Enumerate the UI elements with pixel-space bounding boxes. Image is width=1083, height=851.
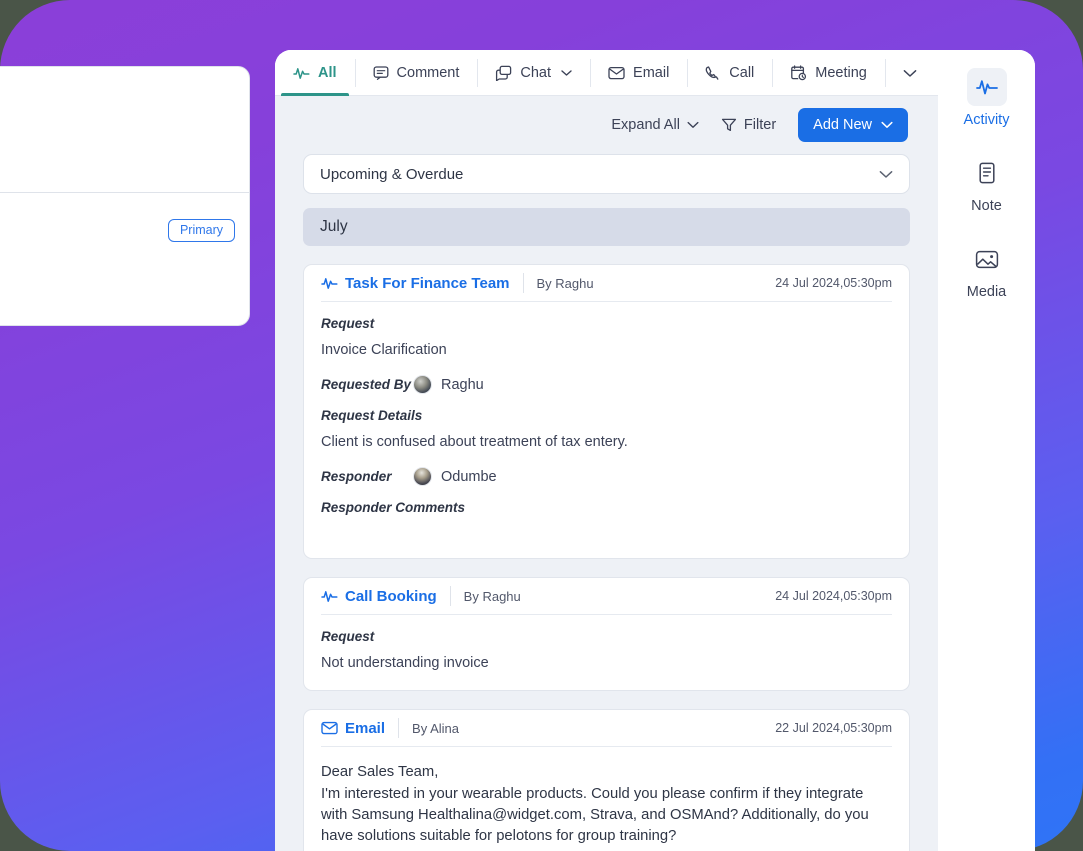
left-contact-card: Primary [0,66,250,326]
field-label-request: Request [321,316,375,331]
rail-label-activity: Activity [963,112,1010,128]
comment-bubble-icon [373,65,389,81]
field-label-request: Request [321,629,375,645]
activity-pulse-icon [293,66,310,80]
chevron-down-icon [687,121,699,129]
activity-date: 24 Jul 2024,05:30pm [775,276,892,290]
expand-all-label: Expand All [611,117,680,133]
activity-tabbar: All Comment Chat Email Call Meeting [275,50,938,96]
month-group-header: July [303,208,910,246]
activity-author: By Raghu [449,586,521,607]
activity-pulse-icon [321,276,338,290]
card-divider [0,192,249,193]
tab-email[interactable]: Email [590,50,687,96]
field-row-requested-by: Requested By Raghu [321,375,892,395]
filter-label: Filter [743,117,777,133]
tabs-overflow-button[interactable] [884,50,933,96]
tab-comment-label: Comment [396,65,460,81]
responder-name: Odumbe [441,468,497,485]
activity-author: By Raghu [522,273,594,293]
activity-card[interactable]: Call Booking By Raghu 24 Jul 2024,05:30p… [303,577,910,692]
field-value-request: Not understanding invoice [321,655,489,672]
activity-card-header: Task For Finance Team By Raghu 24 Jul 20… [321,265,892,302]
activity-type-link[interactable]: Email [321,720,398,737]
add-new-button[interactable]: Add New [798,108,908,142]
funnel-icon [721,117,737,133]
responder-person: Odumbe [413,467,497,487]
activity-pulse-icon [966,68,1007,106]
phone-icon [705,65,721,81]
tab-comment[interactable]: Comment [354,50,478,96]
activity-pulse-icon [321,589,338,603]
avatar [413,375,432,395]
chevron-down-icon [879,170,893,179]
activity-card-header: Email By Alina 22 Jul 2024,05:30pm [321,710,892,748]
right-rail: Activity Note Media [938,50,1035,851]
email-body: Dear Sales Team, I'm interested in your … [321,764,869,845]
requested-by-person: Raghu [413,375,484,395]
tab-chat-label: Chat [520,65,552,81]
chevron-down-icon [561,69,572,77]
field-label-request-details: Request Details [321,408,423,424]
tab-chat[interactable]: Chat [477,50,590,96]
tab-email-label: Email [633,65,670,81]
tab-meeting-label: Meeting [815,65,867,81]
activity-panel: All Comment Chat Email Call Meeting Expa… [275,50,1035,851]
activity-card-header: Call Booking By Raghu 24 Jul 2024,05:30p… [321,578,892,616]
avatar [413,467,432,487]
note-document-icon [967,154,1007,192]
chat-bubbles-icon [495,65,512,81]
tab-all[interactable]: All [275,50,355,96]
activity-type-label: Task For Finance Team [345,274,510,292]
activity-toolbar: Expand All Filter Add New [275,96,938,154]
field-value-request-details: Client is confused about treatment of ta… [321,434,628,451]
timeline-filter-value: Upcoming & Overdue [320,165,464,183]
calendar-clock-icon [790,65,807,81]
requested-by-name: Raghu [441,376,484,393]
activity-date: 22 Jul 2024,05:30pm [775,721,892,736]
activity-scroll-body[interactable]: Upcoming & Overdue July Task For Finance… [275,154,938,851]
tab-all-label: All [318,65,337,81]
rail-label-note: Note [971,198,1002,214]
field-label-requested-by: Requested By [321,377,412,393]
timeline-filter-select[interactable]: Upcoming & Overdue [303,154,910,194]
field-value-responder-comments [321,524,892,542]
activity-type-label: Call Booking [345,587,437,605]
activity-type-label: Email [345,719,386,737]
rail-item-activity[interactable]: Activity [938,68,1035,128]
envelope-icon [608,66,625,80]
filter-button[interactable]: Filter [721,117,776,133]
rail-label-media: Media [966,284,1007,300]
chevron-down-icon [881,121,893,129]
add-new-label: Add New [813,117,872,133]
activity-card[interactable]: Task For Finance Team By Raghu 24 Jul 20… [303,264,910,560]
tab-call[interactable]: Call [687,50,772,96]
tab-call-label: Call [729,65,755,81]
field-label-responder-comments: Responder Comments [321,500,466,516]
activity-card[interactable]: Email By Alina 22 Jul 2024,05:30pm Dear … [303,709,910,851]
primary-badge[interactable]: Primary [167,219,235,242]
activity-type-link[interactable]: Call Booking [321,588,450,605]
field-label-responder: Responder [321,469,392,485]
expand-all-button[interactable]: Expand All [611,117,699,133]
envelope-icon [321,721,338,735]
rail-item-media[interactable]: Media [938,240,1035,300]
month-label: July [320,218,348,235]
activity-author: By Alina [398,718,459,739]
activity-date: 24 Jul 2024,05:30pm [775,589,892,604]
activity-type-link[interactable]: Task For Finance Team [321,275,523,292]
chevron-down-icon [903,69,917,78]
activity-main-column: All Comment Chat Email Call Meeting Expa… [275,50,938,851]
field-value-request: Invoice Clarification [321,342,447,358]
tab-meeting[interactable]: Meeting [772,50,885,96]
field-row-responder: Responder Odumbe [321,467,892,487]
rail-item-note[interactable]: Note [938,154,1035,214]
image-picture-icon [967,240,1007,278]
